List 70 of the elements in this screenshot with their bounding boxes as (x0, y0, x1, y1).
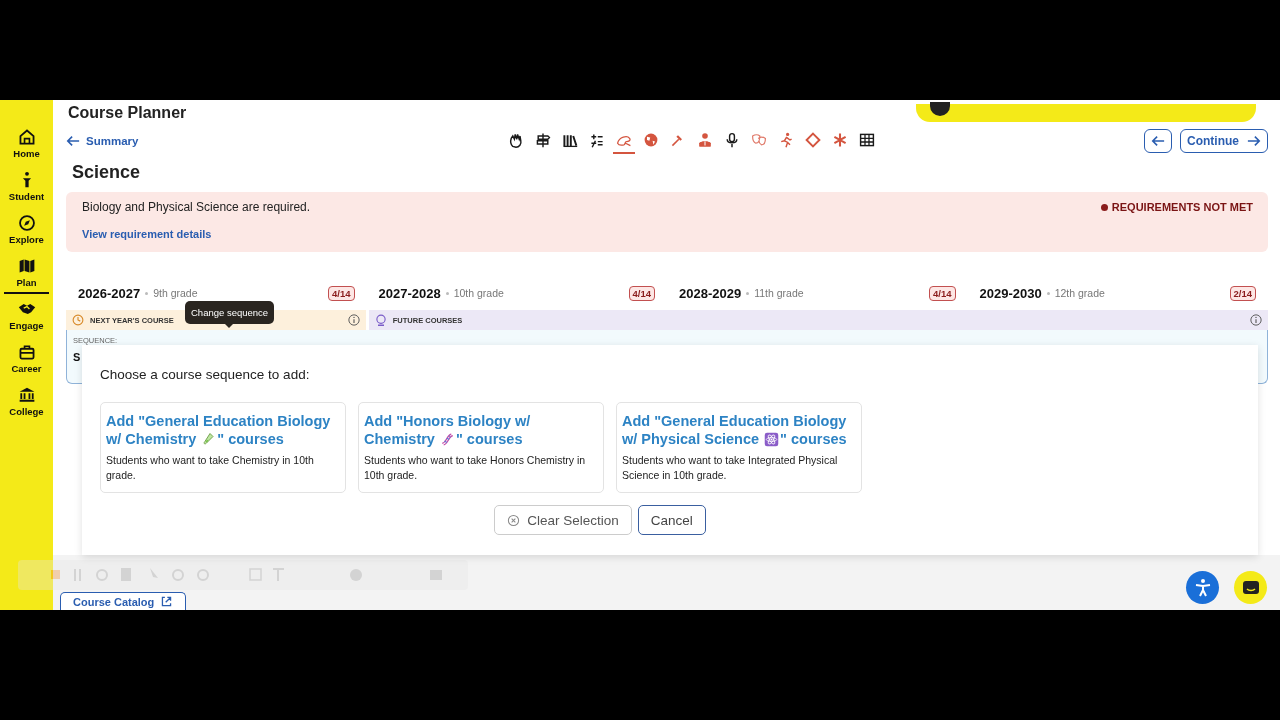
signpost-icon (534, 132, 551, 148)
forward-arrow-icon (1247, 134, 1261, 148)
previous-button[interactable] (1144, 129, 1172, 153)
grade-label: 10th grade (453, 287, 504, 299)
school-year: 2029-2030 (979, 285, 1042, 301)
grade-label: 9th grade (153, 287, 198, 299)
home-icon (17, 128, 36, 146)
sidebar-item[interactable]: Career (4, 337, 49, 380)
globe-icon (642, 132, 659, 148)
page-title: Course Planner (67, 104, 187, 122)
course-catalog-link[interactable]: Course Catalog (60, 592, 187, 610)
asterisk-icon (831, 132, 848, 148)
sidebar-item[interactable]: Plan (4, 251, 49, 294)
sidebar-item[interactable]: Student (4, 165, 49, 208)
status-dot (1100, 203, 1108, 211)
crystal-ball-icon (374, 314, 387, 326)
sequence-option-card[interactable]: Add "General Education Biology w/ Physical Science " courses Students who want to take Integrated Physical Science in 10th grade. (616, 402, 862, 493)
info-icon[interactable] (1250, 314, 1262, 326)
popup-prompt: Choose a course sequence to add: (100, 367, 311, 382)
course-count-badge: 4/14 (929, 285, 956, 301)
external-link-icon (160, 595, 174, 608)
option-title: Add "General Education Biology w/ Physical Science " courses (622, 412, 848, 448)
option-title: Add "Honors Biology w/ Chemistry " courses (364, 412, 532, 448)
option-title: Add "General Education Biology w/ Chemistry " courses (106, 412, 332, 448)
course-count-badge: 4/14 (328, 285, 355, 301)
bank-icon (17, 386, 36, 404)
sequence-value: S (73, 351, 82, 363)
theater-masks-icon (750, 132, 767, 148)
clear-selection-button[interactable]: Clear Selection (494, 505, 632, 535)
requirement-message: Biology and Physical Science are required. (82, 200, 311, 214)
compass-icon (17, 214, 36, 232)
school-year: 2026-2027 (78, 285, 141, 301)
cancel-button[interactable]: Cancel (637, 505, 706, 535)
sidebar-item[interactable]: Explore (4, 208, 49, 251)
grade-label: 11th grade (754, 287, 804, 299)
back-arrow-icon (1151, 134, 1165, 148)
course-count-badge: 4/14 (628, 285, 655, 301)
school-year: 2028-2029 (679, 285, 742, 301)
info-icon[interactable] (347, 314, 360, 326)
sequence-option-card[interactable]: Add "Honors Biology w/ Chemistry " courses Students who want to take Honors Chemistry in 10th grade. (358, 402, 604, 493)
atom-icon (764, 432, 780, 447)
course-count-badge: 2/14 (1229, 285, 1256, 301)
sequence-option-card[interactable]: Add "General Education Biology w/ Chemistry " courses Students who want to take Chemistry in 10th grade. (100, 402, 346, 493)
school-year: 2027-2028 (378, 285, 441, 301)
briefcase-icon (17, 343, 36, 361)
option-description: Students who want to take Honors Chemistry in 10th grade. (364, 453, 587, 483)
clear-icon (507, 513, 521, 527)
map-icon (17, 257, 36, 275)
requirement-status: REQUIREMENTS NOT MET (1111, 201, 1253, 213)
sidebar-item[interactable]: College (4, 380, 49, 423)
section-title: Science (71, 161, 142, 184)
option-description: Students who want to take Integrated Physical Science in 10th grade. (622, 453, 839, 483)
test-tube-icon (201, 432, 217, 447)
sidebar-item[interactable]: Home (4, 122, 49, 165)
dna-icon (439, 432, 455, 447)
back-arrow-icon (66, 134, 80, 148)
books-icon (561, 132, 578, 148)
continue-button[interactable]: Continue (1180, 129, 1268, 153)
requirement-details-link[interactable]: View requirement details (82, 228, 311, 240)
math-symbols-icon (588, 132, 605, 148)
grade-label: 12th grade (1054, 287, 1105, 299)
clock-icon (72, 314, 84, 326)
summary-link[interactable]: Summary (66, 134, 139, 148)
grid-icon (858, 132, 875, 148)
option-description: Students who want to take Chemistry in 10th grade. (106, 453, 315, 483)
accessibility-button[interactable] (1186, 571, 1219, 604)
diamond-icon (804, 132, 821, 148)
sidebar-item[interactable]: Engage (4, 294, 49, 337)
chat-button[interactable] (1234, 571, 1267, 604)
person-icon (696, 132, 713, 148)
